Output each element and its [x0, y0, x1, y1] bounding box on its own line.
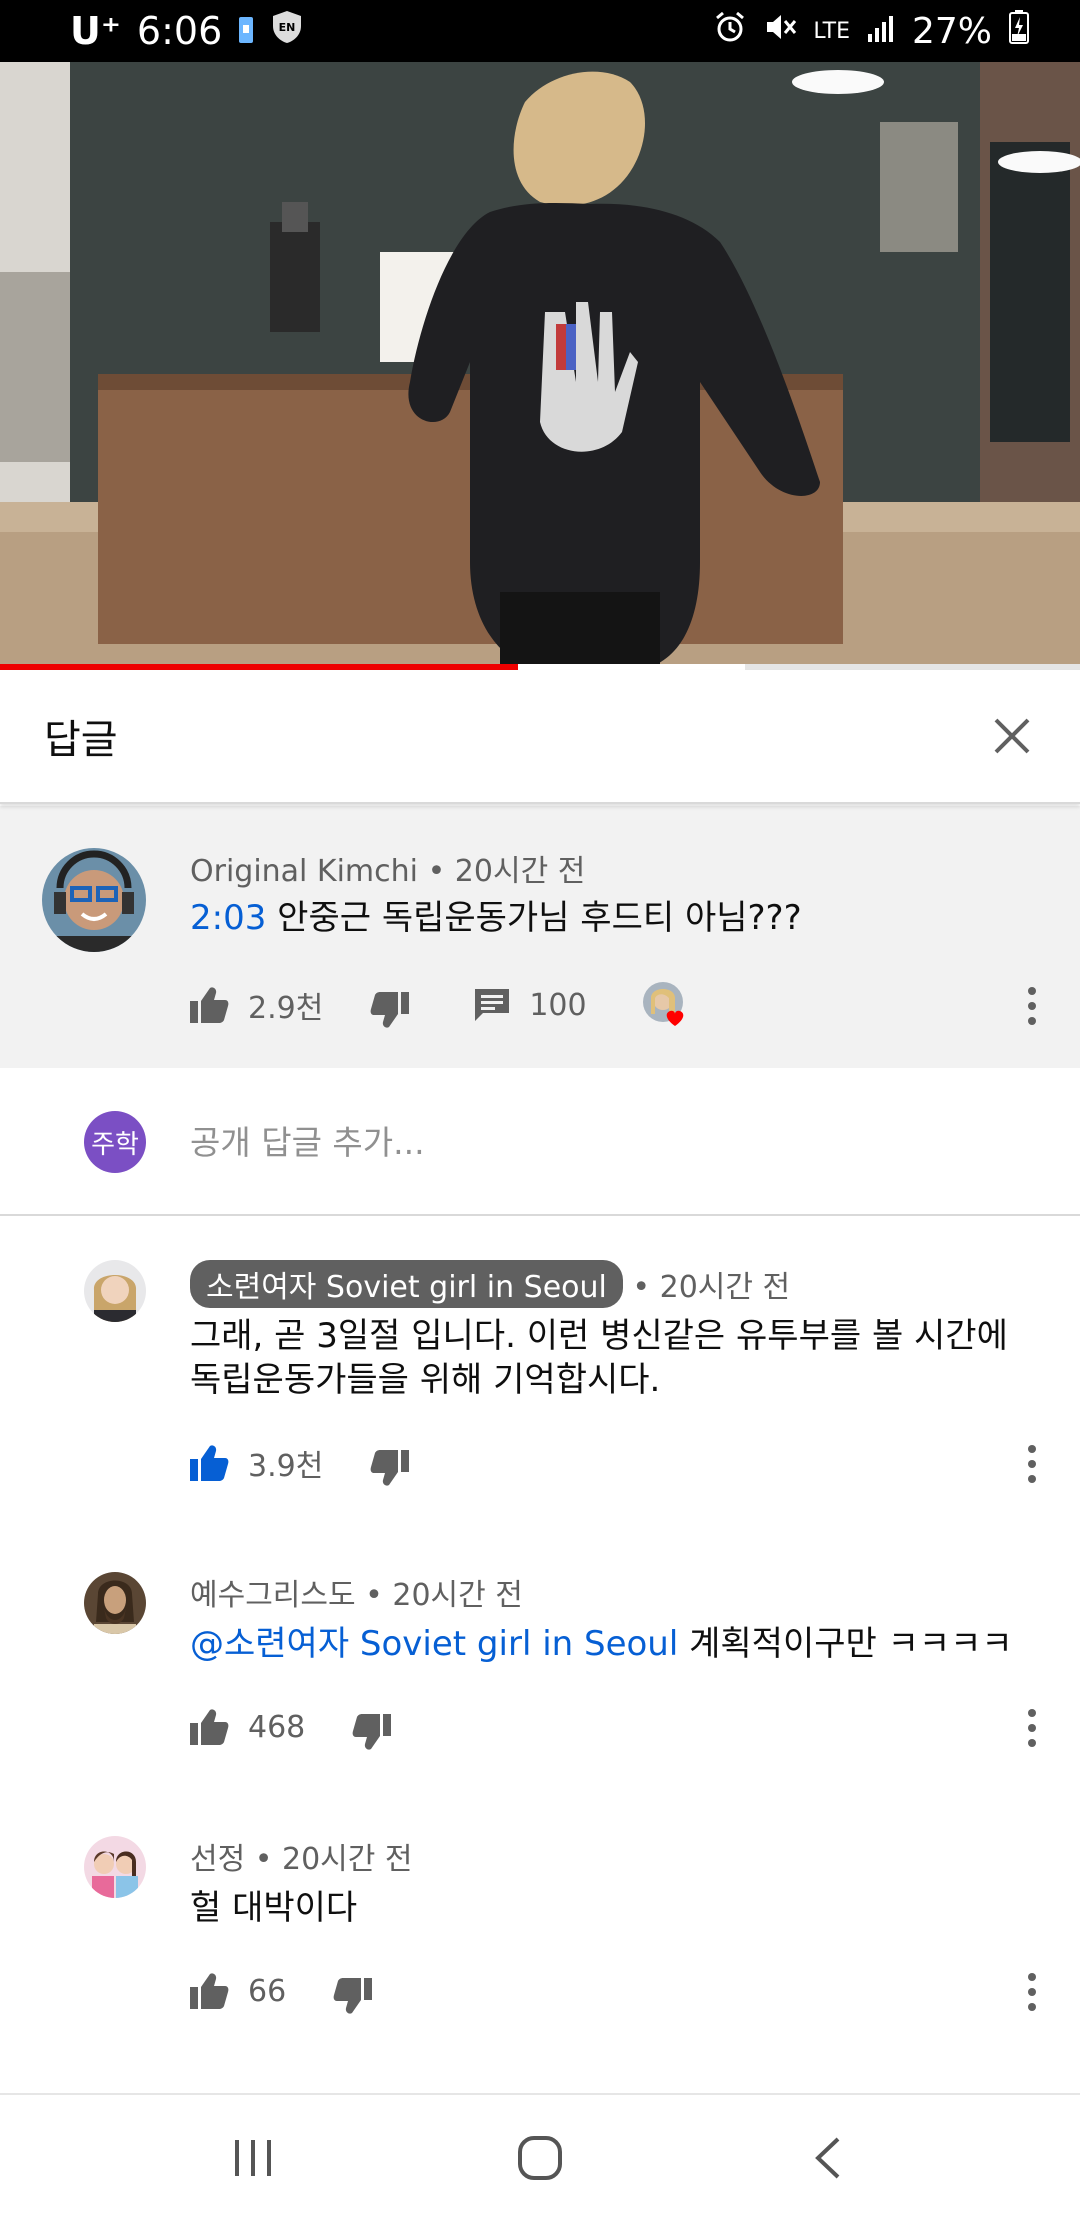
thumbs-down-icon	[370, 1450, 410, 1486]
comment-author[interactable]: Original Kimchi	[190, 854, 418, 889]
more-options-button[interactable]	[1012, 1700, 1052, 1756]
reply-count: 100	[529, 987, 587, 1023]
like-button[interactable]: 468	[188, 1707, 305, 1747]
comment-actions: 2.9천 100	[188, 980, 689, 1030]
vpn-shield-icon: EN	[270, 9, 304, 54]
reply-actions: 66	[188, 1966, 374, 2016]
reply-item: 예수그리스도 • 20시간 전 @소련여자 Soviet girl in Seo…	[0, 1550, 1080, 1750]
svg-text:EN: EN	[279, 21, 296, 34]
reply-meta: 예수그리스도 • 20시간 전	[190, 1570, 523, 1614]
comment-text: 2:03 안중근 독립운동가님 후드티 아님???	[190, 896, 1030, 940]
more-options-button[interactable]	[1012, 1436, 1052, 1492]
reply-text: 헐 대박이다	[190, 1888, 358, 1928]
clock: 6:06	[136, 9, 223, 53]
more-options-button[interactable]	[1012, 1964, 1052, 2020]
like-count: 3.9천	[248, 1449, 324, 1484]
dislike-button[interactable]	[332, 1966, 374, 2016]
creator-avatar-icon	[642, 982, 683, 1026]
like-count: 2.9천	[248, 991, 324, 1026]
replies-title: 답글	[44, 717, 118, 763]
like-count: 66	[248, 1973, 287, 2009]
network-type: LTE	[813, 18, 850, 44]
thumbs-up-icon	[190, 1709, 229, 1745]
like-button[interactable]: 3.9천	[188, 1441, 323, 1485]
thumbs-down-icon	[370, 992, 410, 1028]
sim-icon	[238, 9, 254, 53]
comment-body: 안중근 독립운동가님 후드티 아님???	[266, 898, 802, 938]
more-vertical-icon	[1028, 1445, 1036, 1483]
reply-time: • 20시간 전	[365, 1578, 523, 1613]
timestamp-link[interactable]: 2:03	[190, 898, 266, 938]
avatar[interactable]	[84, 1836, 146, 1898]
like-button[interactable]: 2.9천	[188, 983, 323, 1027]
comment-meta: Original Kimchi • 20시간 전	[190, 846, 585, 890]
reply-body: 계획적이구만 ㅋㅋㅋㅋ	[678, 1624, 1013, 1664]
alarm-icon	[713, 9, 747, 53]
reply-item: 선정 • 20시간 전 헐 대박이다 66	[0, 1814, 1080, 2014]
thumbs-down-icon	[352, 1714, 392, 1750]
thumbs-up-icon	[190, 1973, 229, 2009]
close-button[interactable]	[984, 708, 1040, 764]
my-avatar[interactable]: 주학	[84, 1111, 146, 1173]
like-button[interactable]: 66	[188, 1971, 286, 2011]
carrier-label: U⁺	[70, 9, 121, 53]
dislike-button[interactable]	[369, 1438, 411, 1488]
back-button[interactable]	[777, 2113, 877, 2203]
like-count: 468	[248, 1709, 306, 1745]
battery-charging-icon	[1008, 9, 1030, 54]
battery-level: 27%	[911, 10, 992, 52]
reply-item: 소련여자 Soviet girl in Seoul • 20시간 전 그래, 곧…	[0, 1218, 1080, 1486]
reply-time: • 20시간 전	[254, 1842, 413, 1877]
more-options-button[interactable]	[1012, 978, 1052, 1034]
mute-icon	[763, 9, 797, 53]
reply-meta: 선정 • 20시간 전	[190, 1834, 413, 1878]
comment-time: • 20시간 전	[427, 854, 586, 889]
thumbs-down-icon	[333, 1978, 373, 2014]
home-icon	[517, 2135, 562, 2180]
video-player[interactable]	[0, 62, 1080, 670]
more-vertical-icon	[1028, 987, 1036, 1025]
reply-icon	[475, 989, 510, 1021]
system-nav-bar	[0, 2093, 1080, 2220]
thumbs-up-icon	[190, 1445, 229, 1481]
parent-comment: Original Kimchi • 20시간 전 2:03 안중근 독립운동가님…	[0, 806, 1080, 1068]
recents-icon	[235, 2139, 272, 2176]
reply-meta: 소련여자 Soviet girl in Seoul • 20시간 전	[190, 1260, 790, 1308]
signal-icon	[866, 9, 896, 53]
dislike-button[interactable]	[351, 1702, 393, 1752]
reply-author[interactable]: 소련여자 Soviet girl in Seoul	[190, 1260, 623, 1308]
reply-text: @소련여자 Soviet girl in Seoul 계획적이구만 ㅋㅋㅋㅋ	[190, 1622, 1050, 1666]
video-frame	[0, 62, 1080, 670]
dislike-button[interactable]	[369, 980, 411, 1030]
thumbs-up-icon	[190, 987, 229, 1023]
reply-time: • 20시간 전	[632, 1270, 791, 1305]
reply-author[interactable]: 선정	[190, 1842, 245, 1877]
reply-author[interactable]: 예수그리스도	[190, 1578, 356, 1613]
home-button[interactable]	[490, 2113, 590, 2203]
back-icon	[814, 2137, 840, 2178]
avatar[interactable]	[84, 1260, 146, 1322]
add-reply-row: 주학	[0, 1068, 1080, 1216]
creator-heart	[642, 982, 689, 1028]
avatar[interactable]	[42, 848, 146, 952]
recents-button[interactable]	[203, 2113, 303, 2203]
reply-actions: 468	[188, 1702, 393, 1752]
more-vertical-icon	[1028, 1973, 1036, 2011]
replies-header: 답글	[0, 670, 1080, 804]
reply-actions: 3.9천	[188, 1438, 411, 1488]
close-icon	[994, 718, 1030, 754]
reply-input[interactable]	[190, 1112, 990, 1172]
reply-button[interactable]: 100	[473, 987, 587, 1023]
avatar[interactable]	[84, 1572, 146, 1634]
reply-text: 그래, 곧 3일절 입니다. 이런 병신같은 유투부를 볼 시간에 독립운동가들…	[190, 1316, 1008, 1400]
status-bar: U⁺ 6:06 EN LTE 27%	[0, 0, 1080, 62]
mention-link[interactable]: @소련여자 Soviet girl in Seoul	[190, 1624, 678, 1664]
more-vertical-icon	[1028, 1709, 1036, 1747]
